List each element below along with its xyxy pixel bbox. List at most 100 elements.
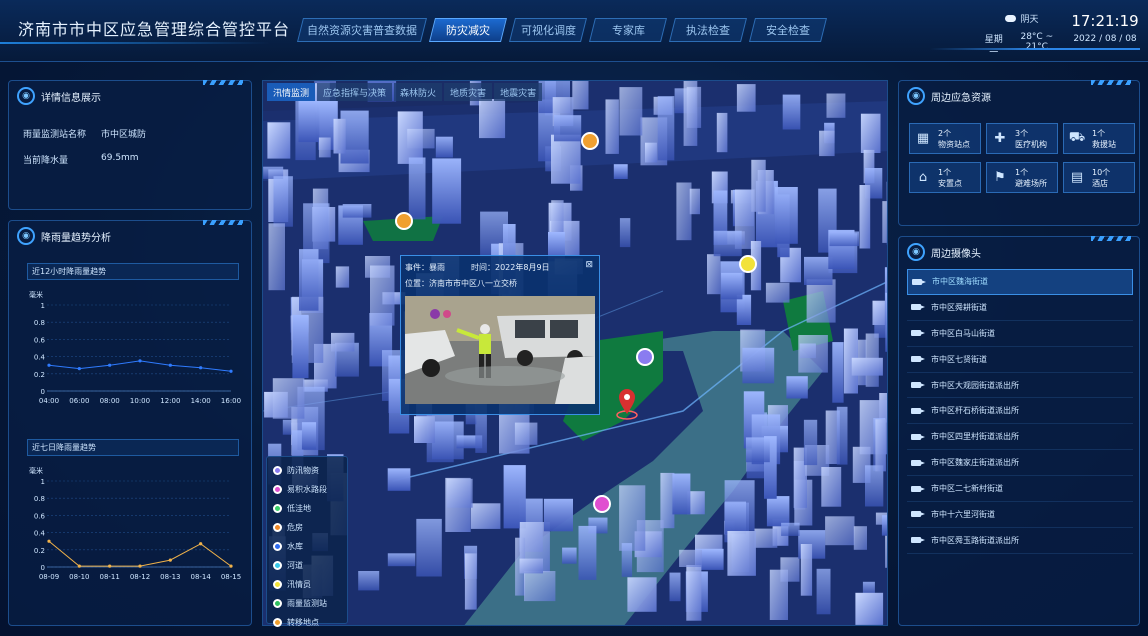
rescue-truck-icon: ⛟	[1068, 130, 1086, 145]
map-tab-flood[interactable]: 汛情监测	[267, 83, 316, 101]
building	[358, 571, 380, 591]
resource-label: 物资站点	[938, 139, 970, 149]
photo-scene	[405, 296, 595, 404]
shelter-icon: ⌂	[918, 170, 928, 185]
building	[853, 526, 867, 550]
building	[745, 437, 770, 463]
video-camera-icon	[911, 355, 925, 363]
building	[514, 422, 538, 445]
resources-panel: ◉ 周边应急资源 ▦ 2个 物资站点 ✚ 3个 医疗机构 ⛟ 1个 救援站 ⌂ 1个 安置点 ⚑ 1个 避难…	[898, 80, 1140, 226]
camera-list-item[interactable]: 市中区白马山街道	[907, 321, 1133, 347]
map-tab-command[interactable]: 应急指挥与决策	[317, 83, 393, 101]
warehouse-icon: ▦	[916, 131, 930, 146]
resource-item[interactable]: ⚑ 1个 避难场所	[986, 162, 1058, 193]
daily-rain-chart: 毫米 0 0.2 0.4 0.6 0.8 1 08-09 08-10 08-11 08-12 08-1…	[29, 466, 241, 581]
map-tab-geological[interactable]: 地质灾害	[444, 83, 493, 101]
camera-list-item[interactable]: 市中区舜耕街道	[907, 295, 1133, 321]
panel-header: ◉ 周边应急资源	[899, 81, 1139, 111]
legend-item[interactable]: 汛情员	[273, 575, 347, 594]
current-time: 17:21:19	[1071, 12, 1139, 30]
building	[736, 294, 752, 325]
legend-item[interactable]: 水库	[273, 537, 347, 556]
resource-label: 安置点	[938, 178, 962, 188]
flood-supply-marker[interactable]	[636, 348, 654, 366]
building	[806, 279, 836, 323]
video-camera-icon	[911, 329, 925, 337]
transfer-point-marker[interactable]	[581, 132, 599, 150]
resource-label: 救援站	[1092, 139, 1116, 149]
close-icon[interactable]: ⊠	[585, 260, 593, 270]
x-tick-label: 08-14	[190, 573, 211, 581]
header-deco-line	[930, 48, 1140, 50]
map-tab-earthquake[interactable]: 地震灾害	[494, 83, 543, 101]
detail-panel: ◉ 详情信息展示 雨量监测站名称 市中区城防 当前降水量 69.5mm	[8, 80, 252, 210]
camera-list-item[interactable]: 市中区舜玉路街道派出所	[907, 528, 1133, 554]
data-point	[108, 564, 112, 568]
legend-dot-icon	[273, 466, 282, 475]
legend-item[interactable]: 河道	[273, 556, 347, 575]
building	[686, 86, 702, 128]
resource-icon: ◉	[907, 87, 925, 105]
resource-item[interactable]: ⛟ 1个 救援站	[1063, 123, 1135, 154]
resource-item[interactable]: ▤ 10个 酒店	[1063, 162, 1135, 193]
waterlogging-road-marker[interactable]	[593, 495, 611, 513]
legend-dot-icon	[273, 485, 282, 494]
building	[780, 557, 800, 582]
data-point	[77, 367, 81, 371]
x-tick-label: 12:00	[160, 397, 180, 405]
legend-item[interactable]: 防汛物资	[273, 461, 347, 480]
legend-label: 易积水路段	[287, 485, 327, 494]
nav-tab-disaster-prevention[interactable]: 防灾减灾	[429, 18, 507, 42]
building	[479, 99, 506, 139]
legend-item[interactable]: 低洼地	[273, 499, 347, 518]
camera-list-item[interactable]: 市中区杆石桥街道派出所	[907, 398, 1133, 425]
x-tick-label: 06:00	[69, 397, 89, 405]
legend-item[interactable]: 易积水路段	[273, 480, 347, 499]
camera-name: 市中区大观园街道派出所	[931, 380, 1019, 390]
camera-list-item[interactable]: 市中区四里村街道派出所	[907, 424, 1133, 451]
x-tick-label: 04:00	[39, 397, 59, 405]
rain-label: 当前降水量	[23, 156, 69, 166]
legend-item[interactable]: 危房	[273, 518, 347, 537]
resource-grid: ▦ 2个 物资站点 ✚ 3个 医疗机构 ⛟ 1个 救援站 ⌂ 1个 安置点 ⚑ 1个 避难场所 ▤ 10个 酒店	[909, 123, 1135, 193]
panel-header: ◉ 降雨量趋势分析	[9, 221, 251, 251]
nav-tab-safety-check[interactable]: 安全检查	[749, 18, 827, 42]
legend-item[interactable]: 雨量监测站	[273, 594, 347, 613]
map-tab-forest-fire[interactable]: 森林防火	[394, 83, 443, 101]
camera-list-item[interactable]: 市中十六里河街道	[907, 502, 1133, 528]
resource-item[interactable]: ⌂ 1个 安置点	[909, 162, 981, 193]
building	[782, 94, 801, 130]
resource-item[interactable]: ▦ 2个 物资站点	[909, 123, 981, 154]
video-camera-icon	[911, 536, 925, 544]
building	[742, 347, 775, 384]
camera-list-item[interactable]: 市中区魏海街道	[907, 269, 1133, 295]
building	[387, 468, 411, 491]
camera-list-item[interactable]: 市中区魏家庄街道派出所	[907, 450, 1133, 477]
nav-tab-law-enforcement[interactable]: 执法检查	[669, 18, 747, 42]
legend-label: 转移地点	[287, 618, 319, 627]
resource-item[interactable]: ✚ 3个 医疗机构	[986, 123, 1058, 154]
data-point	[199, 542, 203, 546]
building	[816, 568, 831, 615]
building	[292, 314, 309, 379]
building	[298, 100, 320, 143]
y-tick-label: 0.8	[34, 495, 45, 503]
app-title: 济南市市中区应急管理综合管控平台	[18, 20, 291, 39]
x-tick-label: 08-15	[221, 573, 241, 581]
building	[775, 187, 798, 244]
transfer-point-marker[interactable]	[395, 212, 413, 230]
nav-tab-visual-dispatch[interactable]: 可视化调度	[509, 18, 587, 42]
data-point	[168, 558, 172, 562]
camera-name: 市中区舜玉路街道派出所	[931, 535, 1019, 545]
camera-list-item[interactable]: 市中区七贤街道	[907, 347, 1133, 373]
building	[821, 467, 842, 507]
nav-tab-experts[interactable]: 专家库	[589, 18, 667, 42]
legend-item[interactable]: 转移地点	[273, 613, 347, 632]
station-value: 市中区城防	[101, 130, 147, 140]
camera-list-item[interactable]: 市中区二七新村街道	[907, 476, 1133, 503]
nav-tab-survey-data[interactable]: 自然资源灾害普查数据	[297, 18, 427, 42]
y-tick-label: 0.4	[34, 354, 46, 362]
camera-list-item[interactable]: 市中区大观园街道派出所	[907, 373, 1133, 399]
flood-staff-marker[interactable]	[739, 255, 757, 273]
data-point	[229, 369, 233, 373]
